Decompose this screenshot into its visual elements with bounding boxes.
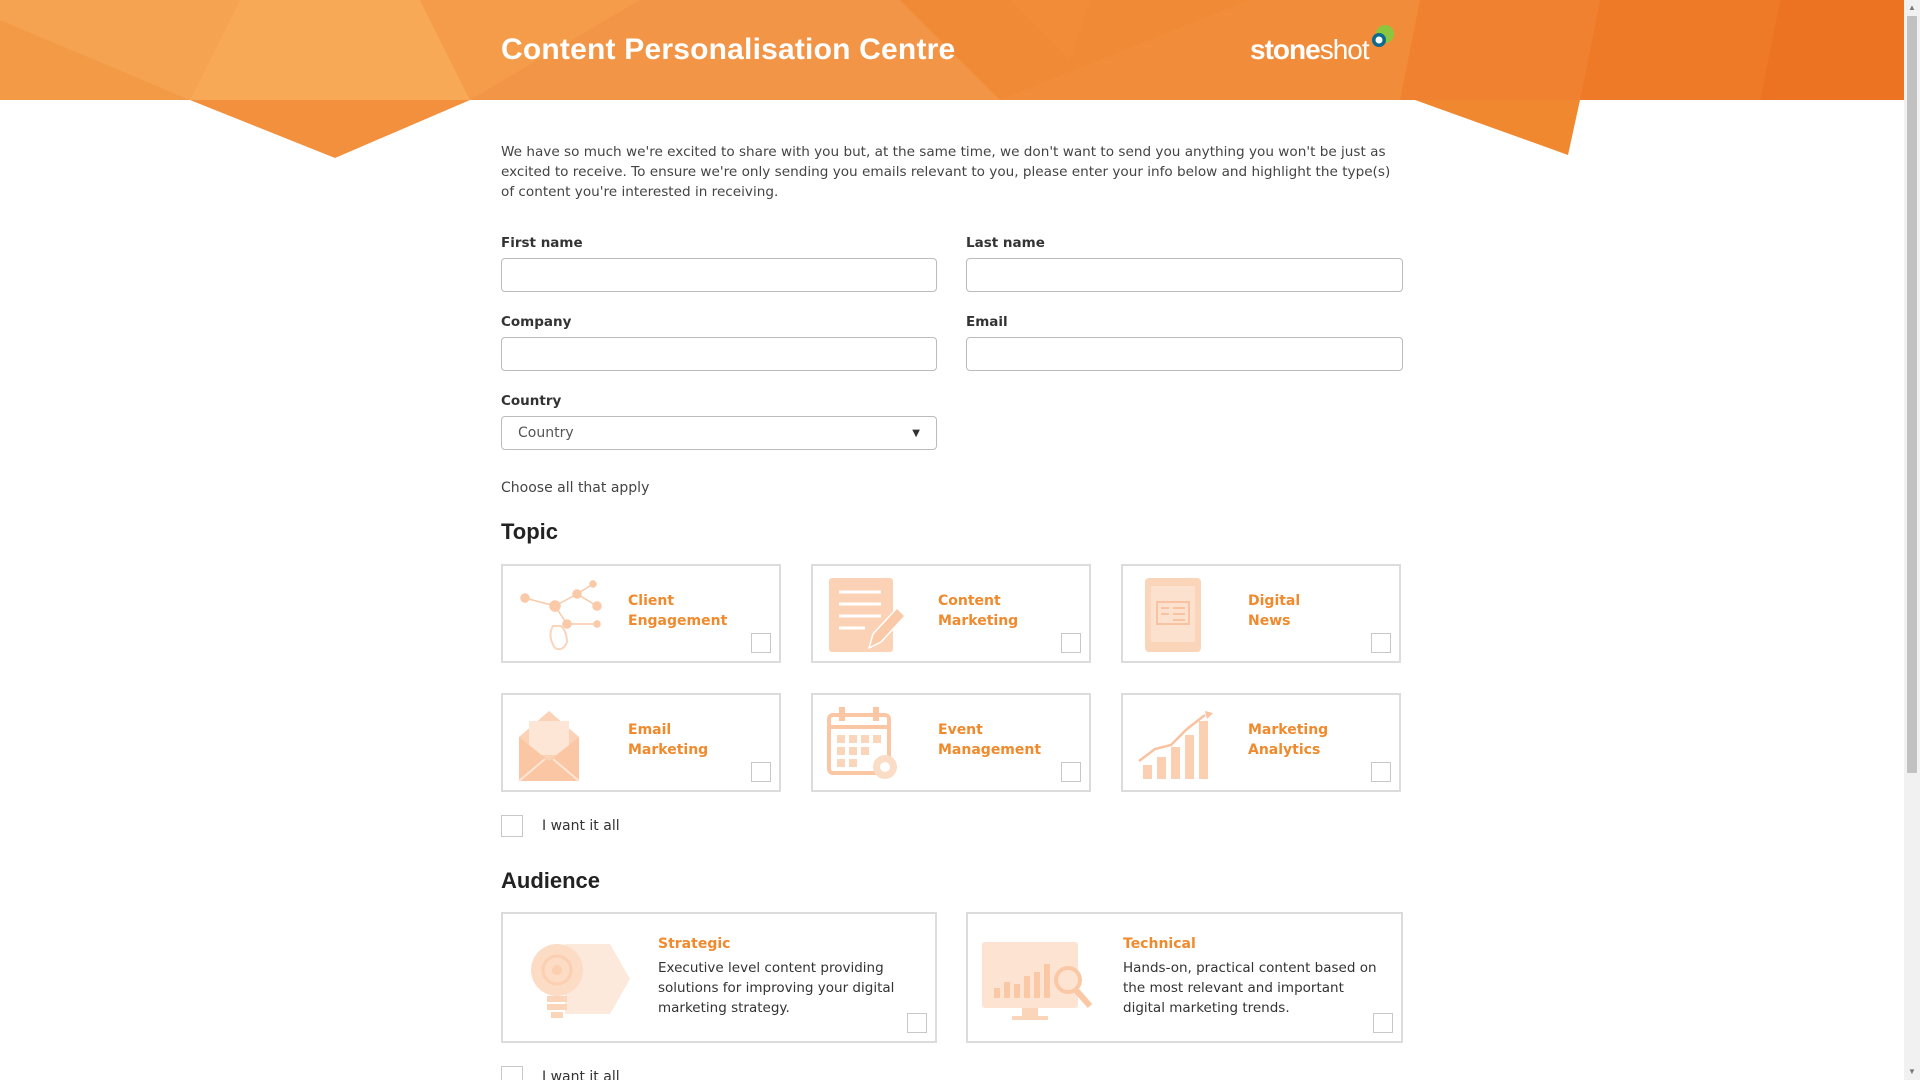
topic-card-digital-news[interactable]: Digital News — [1121, 564, 1401, 663]
topic-checkbox[interactable] — [1061, 762, 1081, 782]
monitor-chart-icon — [982, 942, 1093, 1020]
topic-card-email-marketing[interactable]: Email Marketing — [501, 693, 781, 792]
first-name-input[interactable] — [501, 258, 937, 292]
topic-checkbox[interactable] — [751, 762, 771, 782]
page-scrollbar[interactable]: ▲ ▼ — [1904, 0, 1920, 1080]
topic-title: Topic — [501, 519, 559, 544]
last-name-input[interactable] — [966, 258, 1403, 292]
topic-card-label: Digital News — [1248, 593, 1301, 629]
intro-text: We have so much we're excited to share w… — [501, 144, 1391, 200]
scroll-up-icon[interactable]: ▲ — [1904, 0, 1920, 16]
topic-checkbox[interactable] — [1371, 633, 1391, 653]
topic-card-label: Content Marketing — [938, 593, 1019, 629]
topic-card-label: Event Management — [938, 722, 1042, 758]
tablet-news-icon — [1145, 578, 1201, 652]
topic-checkbox[interactable] — [1371, 762, 1391, 782]
topic-checkbox[interactable] — [751, 633, 771, 653]
envelope-icon — [518, 711, 580, 782]
logo-mark-icon — [1372, 25, 1394, 47]
header-banner: Content Personalisation Centre stoneshot — [0, 0, 1904, 160]
topic-card-marketing-analytics[interactable]: Marketing Analytics — [1121, 693, 1401, 792]
country-label: Country — [501, 393, 562, 409]
audience-card-strategic[interactable]: Strategic Executive level content provid… — [501, 912, 937, 1043]
email-label: Email — [966, 314, 1008, 330]
audience-card-title: Technical — [1123, 936, 1196, 952]
topic-card-client-engagement[interactable]: Client Engagement — [501, 564, 781, 663]
audience-want-all-label: I want it all — [542, 1069, 620, 1080]
audience-want-all-checkbox[interactable] — [501, 1066, 523, 1080]
audience-card-technical[interactable]: Technical Hands-on, practical content ba… — [966, 912, 1403, 1043]
audience-checkbox[interactable] — [1373, 1013, 1393, 1033]
scroll-down-icon[interactable]: ▼ — [1904, 1064, 1920, 1080]
topic-card-label: Marketing Analytics — [1248, 722, 1329, 758]
scrollbar-thumb[interactable] — [1907, 16, 1917, 773]
topic-card-content-marketing[interactable]: Content Marketing — [811, 564, 1091, 663]
stoneshot-logo: stoneshot — [1250, 25, 1410, 70]
email-input[interactable] — [966, 337, 1403, 371]
last-name-label: Last name — [966, 235, 1045, 251]
audience-card-desc: Executive level content providing soluti… — [658, 960, 895, 1016]
page-title: Content Personalisation Centre — [501, 33, 956, 66]
topic-want-all-label: I want it all — [542, 818, 620, 834]
topic-want-all[interactable]: I want it all — [501, 815, 620, 837]
choose-hint: Choose all that apply — [501, 480, 650, 496]
audience-title: Audience — [501, 868, 601, 893]
topic-card-label: Client Engagement — [628, 593, 728, 629]
topic-card-event-management[interactable]: Event Management — [811, 693, 1091, 792]
first-name-label: First name — [501, 235, 583, 251]
dropdown-arrow-icon: ▼ — [912, 427, 920, 439]
audience-card-desc: Hands-on, practical content based on the… — [1123, 960, 1377, 1016]
lightbulb-icon — [531, 944, 630, 1018]
calendar-gear-icon — [827, 707, 897, 779]
audience-card-title: Strategic — [658, 936, 731, 952]
company-label: Company — [501, 314, 572, 330]
banner-background — [0, 0, 1904, 158]
audience-checkbox[interactable] — [907, 1013, 927, 1033]
topic-card-label: Email Marketing — [628, 722, 709, 758]
country-select[interactable]: Country ▼ — [501, 416, 937, 450]
network-icon — [520, 580, 602, 651]
topic-checkbox[interactable] — [1061, 633, 1081, 653]
document-pen-icon — [829, 578, 907, 652]
bar-chart-icon — [1138, 711, 1213, 779]
topic-want-all-checkbox[interactable] — [501, 815, 523, 837]
country-select-value: Country — [518, 425, 574, 441]
audience-want-all[interactable]: I want it all — [501, 1066, 620, 1080]
company-input[interactable] — [501, 337, 937, 371]
